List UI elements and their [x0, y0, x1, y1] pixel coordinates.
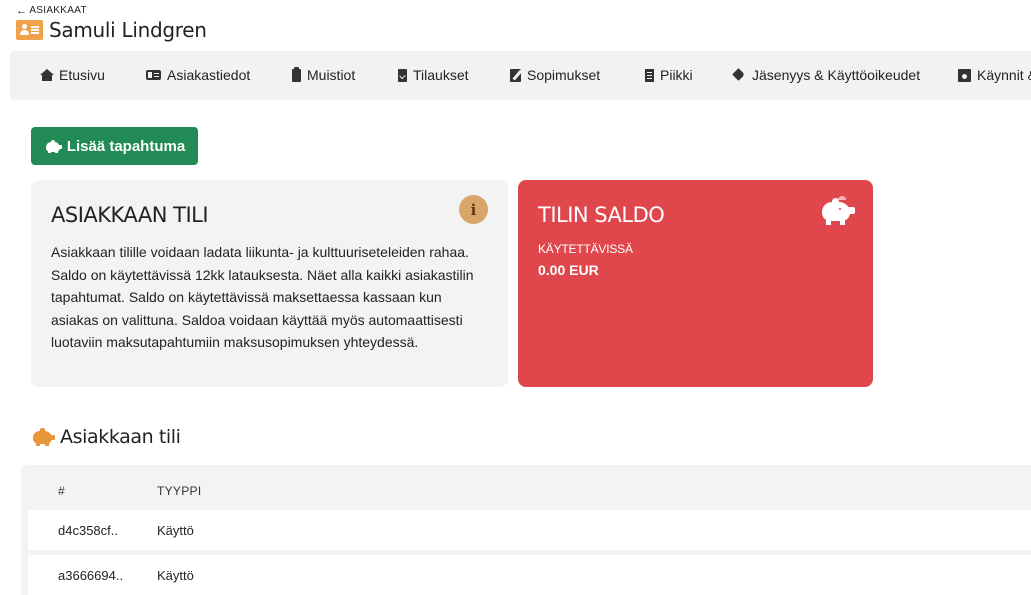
customer-name: Samuli Lindgren [49, 18, 207, 42]
tag-icon [733, 69, 746, 82]
tab-label: Sopimukset [527, 67, 601, 83]
table-row[interactable]: a3666694.. Käyttö [28, 555, 1031, 595]
signature-icon [510, 68, 521, 82]
back-to-customers-link[interactable]: ← ASIAKKAAT [16, 5, 87, 16]
info-card-title: ASIAKKAAN TILI [51, 203, 209, 227]
tab-kaynnit[interactable]: Käynnit & [958, 67, 1031, 83]
customer-nav-bar: Etusivu Asiakastiedot Muistiot Tilaukset… [10, 51, 1031, 100]
add-event-label: Lisää tapahtuma [66, 137, 186, 155]
customer-header: Samuli Lindgren [16, 18, 207, 42]
list-icon [645, 68, 654, 82]
piggy-bank-icon [44, 139, 62, 153]
tab-label: Jäsenyys & Käyttöoikeudet [752, 67, 921, 83]
table-row[interactable]: d4c358cf.. Käyttö [28, 510, 1031, 550]
piggy-bank-icon [31, 428, 55, 446]
row-id: a3666694.. [58, 568, 124, 583]
balance-amount: 0.00 EUR [538, 262, 599, 278]
account-section-header: Asiakkaan tili [31, 426, 181, 448]
tab-label: Käynnit & [977, 67, 1031, 83]
tab-asiakastiedot[interactable]: Asiakastiedot [146, 67, 250, 83]
info-icon[interactable]: i [459, 195, 488, 224]
account-info-card: ASIAKKAAN TILI Asiakkaan tilille voidaan… [31, 180, 508, 387]
clipboard-icon [292, 66, 301, 82]
tab-label: Etusivu [59, 67, 105, 83]
tab-muistiot[interactable]: Muistiot [292, 66, 356, 83]
tab-piikki[interactable]: Piikki [645, 67, 693, 83]
account-transactions-table: # TYYPPI d4c358cf.. Käyttö a3666694.. Kä… [21, 465, 1031, 595]
column-header-hash[interactable]: # [58, 484, 65, 498]
tab-label: Tilaukset [413, 67, 469, 83]
section-title: Asiakkaan tili [60, 426, 181, 448]
tab-label: Piikki [660, 67, 693, 83]
account-balance-card: TILIN SALDO KÄYTETTÄVISSÄ 0.00 EUR [518, 180, 873, 387]
tab-tilaukset[interactable]: Tilaukset [398, 67, 469, 83]
row-type: Käyttö [157, 568, 194, 583]
piggy-bank-icon [819, 196, 855, 226]
info-card-description: Asiakkaan tilille voidaan ladata liikunt… [51, 244, 474, 351]
contact-card-icon [16, 20, 43, 40]
tab-jasenyys[interactable]: Jäsenyys & Käyttöoikeudet [733, 67, 920, 83]
balance-card-title: TILIN SALDO [538, 203, 665, 227]
row-type: Käyttö [157, 523, 194, 538]
available-label: KÄYTETTÄVISSÄ [538, 242, 633, 256]
tab-etusivu[interactable]: Etusivu [40, 67, 105, 83]
row-id: d4c358cf.. [58, 523, 118, 538]
arrow-left-icon: ← [16, 4, 28, 17]
document-check-icon [398, 68, 407, 82]
tab-label: Asiakastiedot [167, 67, 251, 83]
home-icon [40, 68, 54, 82]
calendar-icon [958, 68, 971, 82]
column-header-type[interactable]: TYYPPI [157, 484, 201, 498]
id-card-icon [146, 70, 161, 80]
tab-sopimukset[interactable]: Sopimukset [510, 67, 600, 83]
add-event-button[interactable]: Lisää tapahtuma [31, 127, 198, 165]
tab-label: Muistiot [307, 67, 356, 83]
back-link-label: ASIAKKAAT [29, 5, 87, 16]
